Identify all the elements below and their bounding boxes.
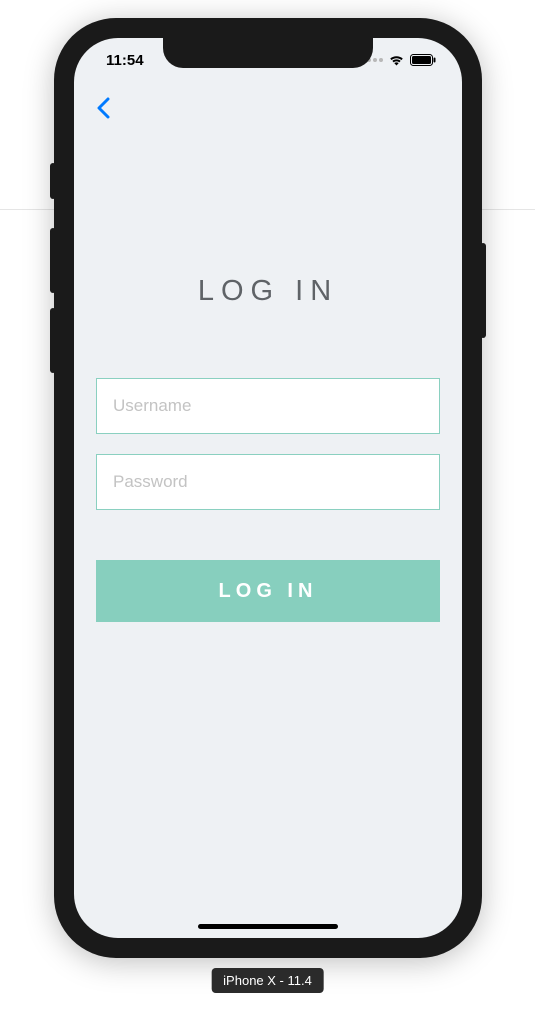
device-screen: 11:54: [74, 38, 462, 938]
wifi-icon: [388, 54, 405, 66]
status-time: 11:54: [98, 52, 144, 69]
status-icons: [361, 54, 438, 66]
login-content: LOG IN LOG IN: [74, 130, 462, 622]
device-frame: 11:54: [54, 18, 482, 958]
device-side-button: [50, 228, 56, 293]
login-form: LOG IN: [96, 378, 440, 622]
home-indicator[interactable]: [198, 924, 338, 929]
simulator-label: iPhone X - 11.4: [211, 968, 324, 993]
battery-icon: [410, 54, 436, 66]
back-button[interactable]: [88, 93, 118, 123]
device-side-button: [50, 163, 56, 199]
nav-bar: [74, 86, 462, 130]
device-notch: [163, 38, 373, 68]
page-title: LOG IN: [96, 275, 440, 308]
login-button[interactable]: LOG IN: [96, 560, 440, 622]
chevron-left-icon: [96, 97, 110, 119]
device-side-button: [480, 243, 486, 338]
password-input[interactable]: [96, 454, 440, 510]
simulator-window: 11:54: [0, 0, 535, 1024]
username-input[interactable]: [96, 378, 440, 434]
device-side-button: [50, 308, 56, 373]
